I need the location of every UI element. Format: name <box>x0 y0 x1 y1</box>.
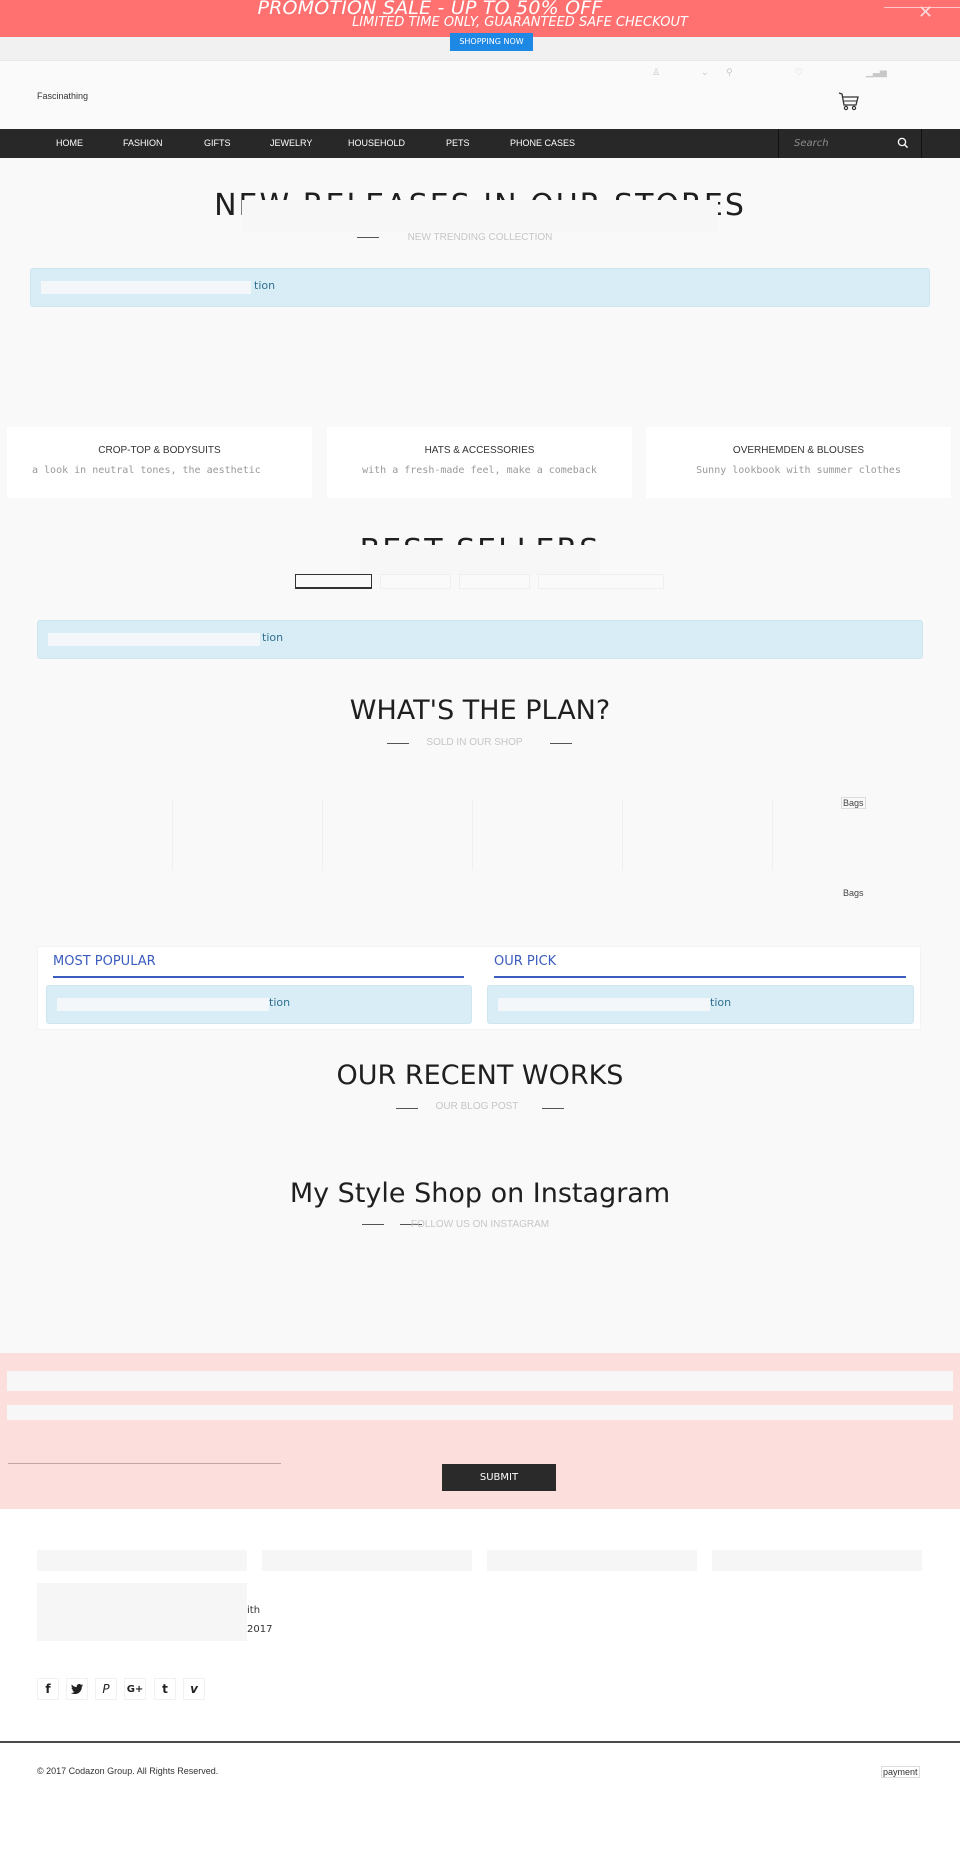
our-pick-underline <box>494 976 906 978</box>
promo-banner: PROMOTION SALE - UP TO 50% OFF LIMITED T… <box>0 0 960 37</box>
heart-icon[interactable]: ♡ <box>795 68 803 78</box>
nav-household[interactable]: HOUSEHOLD <box>348 138 405 148</box>
alert-info: tion <box>487 985 914 1024</box>
plan-title: WHAT'S THE PLAN? <box>349 695 611 726</box>
nav-fashion[interactable]: FASHION <box>123 138 163 148</box>
category-desc: Sunny lookbook with summer clothes <box>696 465 901 476</box>
footer-column <box>712 1550 922 1571</box>
footer-divider <box>0 1741 960 1743</box>
nav-home[interactable]: HOME <box>56 138 83 148</box>
brand-divider <box>622 800 623 870</box>
search-icon[interactable] <box>897 137 909 149</box>
alert-info: tion <box>46 985 472 1024</box>
tumblr-icon[interactable]: t <box>154 1678 176 1700</box>
recent-works-title: OUR RECENT WORKS <box>336 1060 624 1091</box>
nav-pets[interactable]: PETS <box>446 138 470 148</box>
footer-column <box>262 1550 472 1571</box>
divider-line <box>542 1108 564 1109</box>
alert-info: tion <box>30 268 930 307</box>
category-card[interactable]: OVERHEMDEN & BLOUSES Sunny lookbook with… <box>646 427 951 498</box>
our-pick-title[interactable]: OUR PICK <box>494 954 556 969</box>
user-icon[interactable]: ♙ <box>652 68 660 78</box>
instagram-subtitle: FOLLOW US ON INSTAGRAM <box>410 1219 550 1230</box>
tab-2[interactable] <box>380 574 451 589</box>
category-title: OVERHEMDEN & BLOUSES <box>732 445 865 456</box>
brand-divider <box>772 800 773 870</box>
recent-works-subtitle: OUR BLOG POST <box>435 1101 519 1112</box>
twitter-icon[interactable] <box>66 1678 88 1700</box>
pinterest-icon[interactable]: P <box>95 1678 117 1700</box>
promo-subtitle: LIMITED TIME ONLY, GUARANTEED SAFE CHECK… <box>352 15 688 30</box>
nav-search <box>778 129 922 158</box>
tab-4[interactable] <box>538 574 664 589</box>
alert-text: tion <box>710 996 732 1009</box>
tab-1[interactable] <box>295 574 372 589</box>
alert-text: tion <box>262 631 284 644</box>
alert-placeholder <box>498 998 710 1011</box>
facebook-icon[interactable]: f <box>37 1678 59 1700</box>
payment-image: payment <box>881 1766 920 1778</box>
cart-icon[interactable] <box>838 92 860 112</box>
nav-phone-cases[interactable]: PHONE CASES <box>510 138 575 148</box>
new-releases-subtitle: NEW TRENDING COLLECTION <box>407 232 553 243</box>
alert-info: tion <box>37 620 923 659</box>
nav-gifts[interactable]: GIFTS <box>204 138 231 148</box>
category-card[interactable]: HATS & ACCESSORIES with a fresh-made fee… <box>327 427 632 498</box>
most-popular-title[interactable]: MOST POPULAR <box>53 954 156 969</box>
category-desc: with a fresh-made feel, make a comeback <box>362 465 597 476</box>
alert-text: tion <box>269 996 291 1009</box>
instagram-title: My Style Shop on Instagram <box>289 1178 671 1209</box>
copyright: © 2017 Codazon Group. All Rights Reserve… <box>37 1766 219 1776</box>
google-plus-icon[interactable]: G+ <box>124 1678 146 1700</box>
most-popular-underline <box>53 976 464 978</box>
brand-label[interactable]: Bags <box>843 888 864 898</box>
alert-placeholder <box>48 633 260 646</box>
alert-placeholder <box>41 281 251 294</box>
footer-text: 2017 <box>247 1624 273 1635</box>
brand-divider <box>472 800 473 870</box>
category-title: HATS & ACCESSORIES <box>424 445 535 456</box>
tab-3[interactable] <box>459 574 530 589</box>
alert-text: tion <box>254 279 276 292</box>
search-input[interactable] <box>794 135 884 151</box>
compare-icon[interactable]: ▁▃▅ <box>866 68 887 78</box>
category-desc: a look in neutral tones, the aesthetic <box>32 465 261 476</box>
email-input-underline[interactable] <box>8 1463 281 1464</box>
alert-placeholder <box>57 998 269 1011</box>
vimeo-icon[interactable]: v <box>183 1678 205 1700</box>
submit-button[interactable]: SUBMIT <box>442 1464 556 1491</box>
nav-jewelry[interactable]: JEWELRY <box>270 138 312 148</box>
newsletter-field[interactable] <box>7 1405 953 1420</box>
chevron-down-icon[interactable]: ⌄ <box>701 68 709 78</box>
footer-column <box>37 1550 247 1571</box>
logo[interactable]: Fascinathing <box>37 91 88 101</box>
brand-label[interactable]: Bags <box>841 797 866 809</box>
title-overlay <box>242 200 718 232</box>
footer-text: ith <box>247 1605 261 1616</box>
brand-divider <box>322 800 323 870</box>
title-overlay <box>360 545 600 575</box>
footer-image <box>37 1583 247 1641</box>
newsletter-field[interactable] <box>7 1371 953 1391</box>
divider-line <box>550 743 572 744</box>
main-nav: HOME FASHION GIFTS JEWELRY HOUSEHOLD PET… <box>0 129 960 158</box>
close-icon[interactable]: ✕ <box>918 2 933 23</box>
site-header <box>0 61 960 129</box>
brand-divider <box>172 800 173 870</box>
search-icon[interactable]: ⚲ <box>726 68 733 78</box>
category-card[interactable]: CROP-TOP & BODYSUITS a look in neutral t… <box>7 427 312 498</box>
footer-column <box>487 1550 697 1571</box>
plan-subtitle: SOLD IN OUR SHOP <box>426 737 523 748</box>
shopping-now-button[interactable]: SHOPPING NOW <box>450 33 533 51</box>
category-title: CROP-TOP & BODYSUITS <box>98 445 221 456</box>
